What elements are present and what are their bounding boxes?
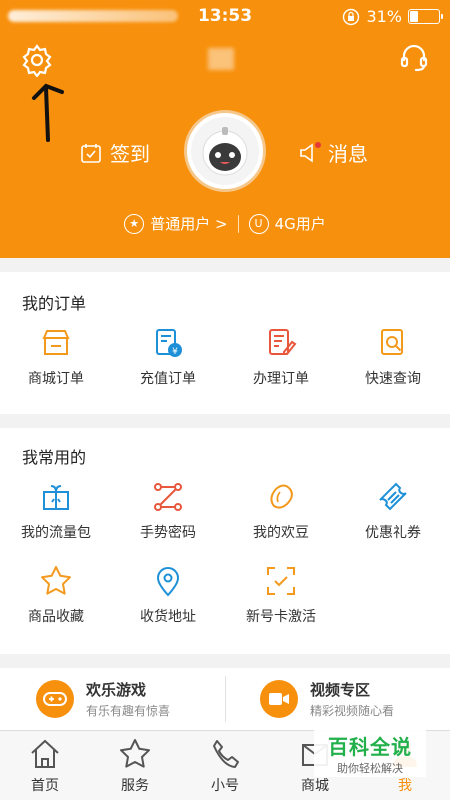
watermark-subtitle: 助你轻松解决: [337, 762, 403, 775]
tab-secondary-number-label: 小号: [211, 778, 239, 794]
address-item[interactable]: 收货地址: [112, 564, 224, 626]
orders-title: 我的订单: [22, 294, 87, 313]
user-level-link[interactable]: ★ 普通用户 >: [124, 213, 228, 234]
favorites-item[interactable]: 商品收藏: [0, 564, 112, 626]
messages-button[interactable]: 消息: [298, 138, 368, 167]
speaker-icon-wrap: [298, 141, 321, 164]
gesture-password-label: 手势密码: [140, 525, 196, 541]
video-icon: [260, 680, 298, 718]
bean-icon: [270, 484, 293, 509]
gamepad-icon: [36, 680, 74, 718]
data-package-label: 我的流量包: [21, 525, 91, 541]
gesture-password-item[interactable]: 手势密码: [112, 480, 224, 542]
data-package-item[interactable]: 我的流量包: [0, 480, 112, 542]
orders-card: 我的订单 商城订单 ¥ 充值订单 办理订单 快速查询: [0, 272, 450, 414]
recharge-orders-label: 充值订单: [140, 371, 196, 387]
battery-icon: [408, 9, 443, 24]
address-label: 收货地址: [140, 609, 196, 625]
checkin-label: 签到: [110, 142, 150, 166]
promo-card: 欢乐游戏 有乐有趣有惊喜 视频专区 精彩视频随心看: [0, 668, 450, 730]
games-promo[interactable]: 欢乐游戏 有乐有趣有惊喜: [36, 668, 170, 730]
recharge-icon: ¥: [156, 329, 182, 357]
edit-doc-icon: [269, 329, 297, 355]
messages-label: 消息: [328, 142, 368, 166]
user-info-line: ★ 普通用户 > U 4G用户: [0, 213, 450, 234]
tab-mall-label: 商城: [301, 778, 329, 794]
favorites-label: 商品收藏: [28, 609, 84, 625]
settings-gear-icon[interactable]: [20, 43, 54, 77]
battery-level-fill: [410, 11, 418, 22]
divider: [237, 214, 239, 233]
coupons-label: 优惠礼券: [365, 525, 421, 541]
location-icon: [156, 567, 180, 597]
common-title: 我常用的: [22, 448, 87, 467]
tab-home-label: 首页: [31, 778, 59, 794]
gift-icon: [43, 485, 69, 510]
svg-text:¥: ¥: [172, 347, 178, 357]
tab-home[interactable]: 首页: [0, 737, 90, 795]
profile-header: 13:53 31% 签到 消息 ★ 普通用户 > U 4G用户: [0, 0, 450, 258]
recharge-orders-item[interactable]: ¥ 充值订单: [112, 326, 224, 388]
search-doc-icon: [381, 329, 403, 355]
battery-percent: 31%: [366, 7, 402, 26]
unread-dot: [315, 141, 321, 148]
video-title: 视频专区: [310, 681, 371, 699]
phone-icon: [213, 740, 239, 768]
calendar-check-icon: [81, 143, 101, 163]
tab-secondary-number[interactable]: 小号: [180, 737, 270, 795]
video-promo[interactable]: 视频专区 精彩视频随心看: [260, 668, 394, 730]
customer-service-headset-icon[interactable]: [398, 42, 430, 74]
promo-divider: [225, 676, 226, 722]
network-type: U 4G用户: [248, 213, 326, 234]
user-type-label: 普通用户 >: [150, 215, 228, 233]
star-icon: [41, 566, 71, 595]
quick-query-item[interactable]: 快速查询: [337, 326, 449, 388]
watermark-title: 百科全说: [328, 735, 412, 759]
battery-group: 31%: [342, 7, 443, 26]
shop-orders-label: 商城订单: [28, 371, 84, 387]
tab-services-label: 服务: [121, 778, 149, 794]
video-subtitle: 精彩视频随心看: [310, 704, 395, 718]
robot-mascot-icon: [191, 117, 259, 185]
sim-activation-item[interactable]: 新号卡激活: [225, 564, 337, 626]
games-title: 欢乐游戏: [86, 681, 147, 699]
tab-services[interactable]: 服务: [90, 737, 180, 795]
gesture-icon: [154, 483, 182, 511]
star-icon: [120, 739, 150, 768]
tab-me-label: 我: [398, 778, 412, 794]
home-icon: [31, 739, 59, 768]
handle-orders-label: 办理订单: [253, 371, 309, 387]
checkin-button[interactable]: 签到: [80, 138, 150, 167]
beans-label: 我的欢豆: [253, 525, 309, 541]
status-bar: 13:53 31%: [0, 0, 450, 32]
rotation-lock-icon: [343, 8, 360, 25]
watermark-overlay: 百科全说 助你轻松解决: [314, 727, 426, 777]
avatar[interactable]: [184, 110, 266, 192]
common-card: 我常用的 我的流量包 手势密码 我的欢豆 优惠礼券 商品收藏 收货地址 新号卡激…: [0, 428, 450, 654]
quick-query-label: 快速查询: [365, 371, 421, 387]
user-level-icon: ★: [124, 213, 145, 234]
username-blurred: [208, 48, 234, 70]
network-icon: U: [248, 213, 269, 234]
handle-orders-item[interactable]: 办理订单: [225, 326, 337, 388]
shop-icon: [42, 330, 70, 355]
sim-activation-label: 新号卡激活: [246, 609, 316, 625]
scan-icon: [267, 567, 295, 595]
shop-orders-item[interactable]: 商城订单: [0, 326, 112, 388]
network-label: 4G用户: [274, 215, 326, 233]
beans-item[interactable]: 我的欢豆: [225, 480, 337, 542]
hand-drawn-arrow-annotation: [32, 83, 64, 142]
ticket-icon: [379, 482, 407, 511]
games-subtitle: 有乐有趣有惊喜: [86, 704, 171, 718]
coupons-item[interactable]: 优惠礼券: [337, 480, 449, 542]
